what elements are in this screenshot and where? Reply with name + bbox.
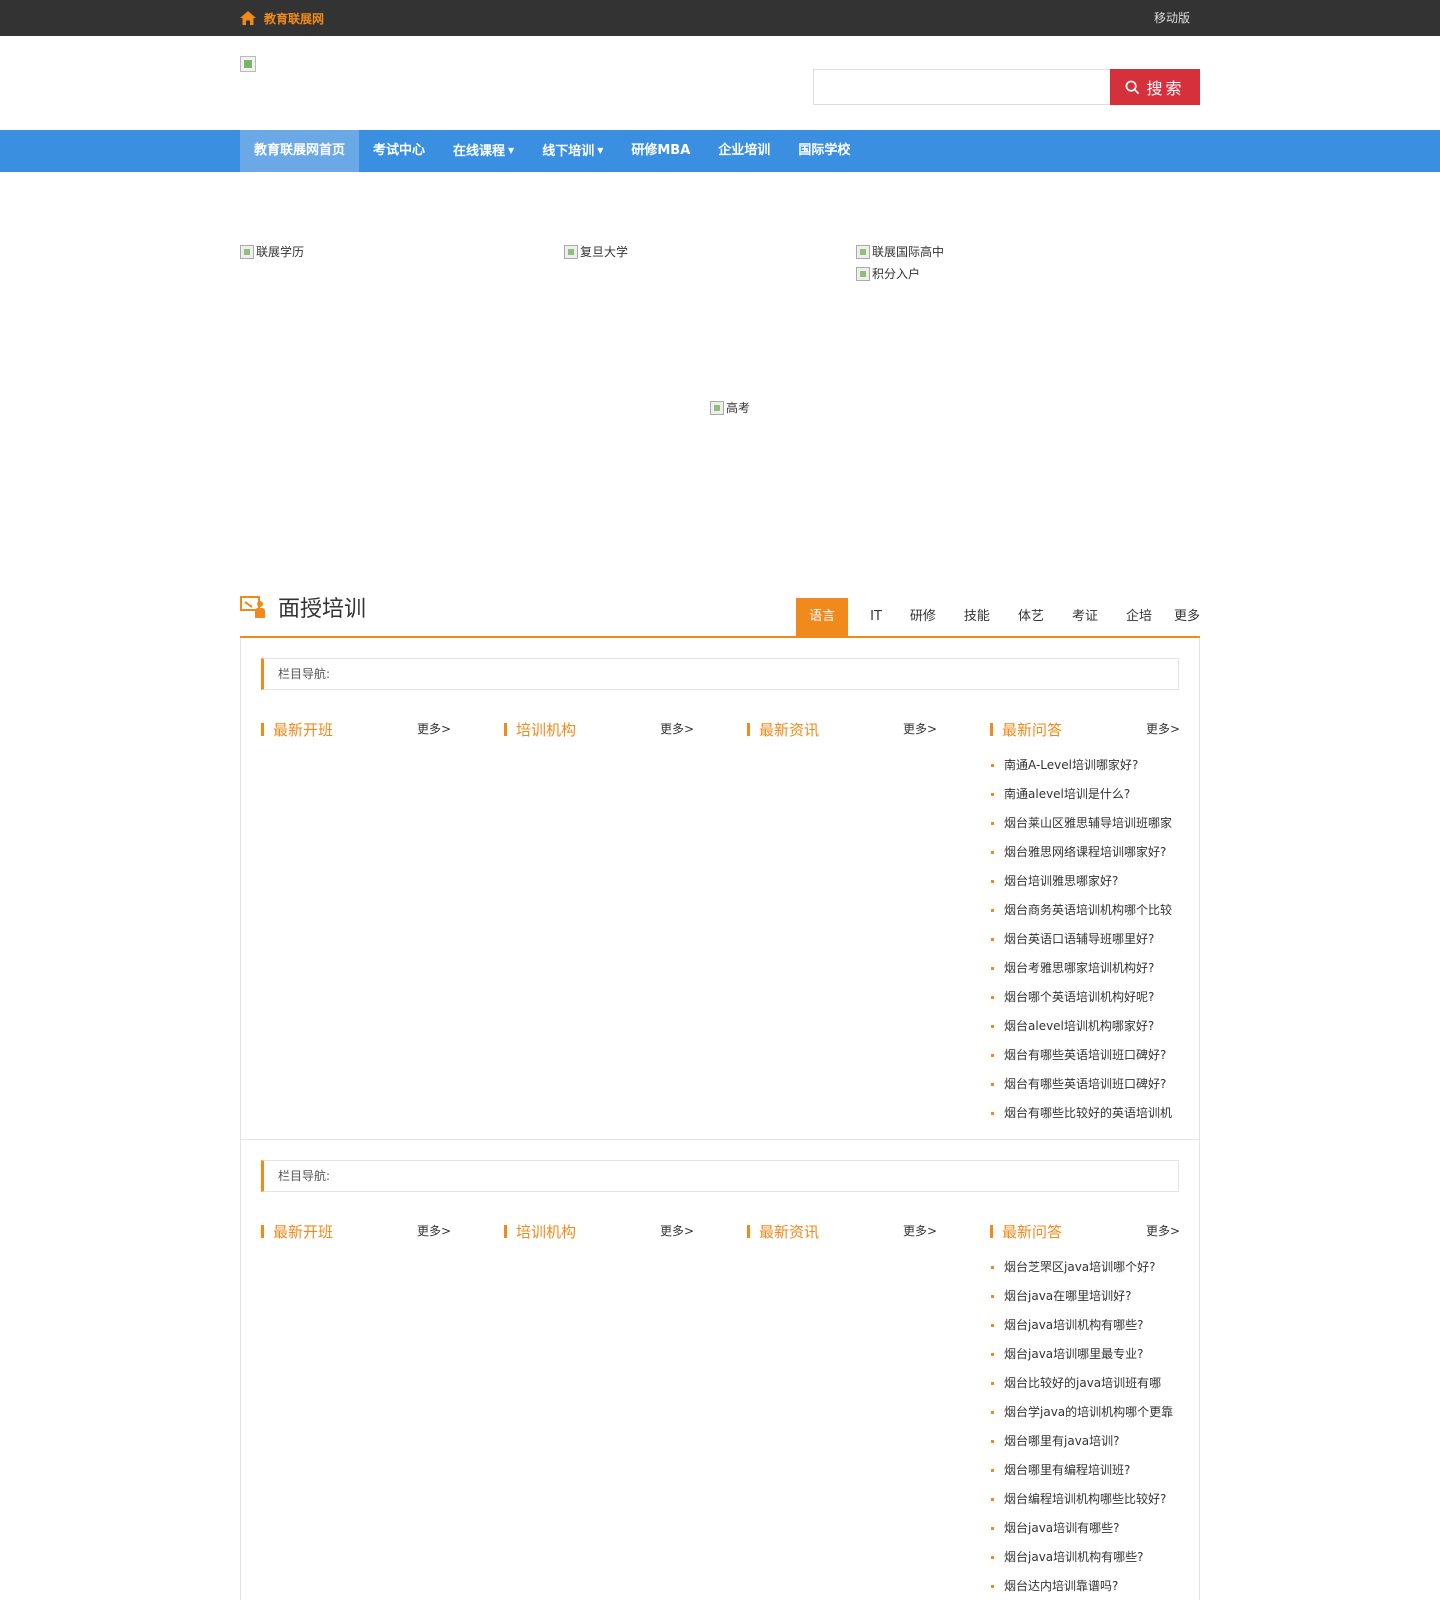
column-title: 最新开班 [273,721,334,739]
list-item[interactable]: 烟台java培训有哪些? [990,1514,1180,1543]
list-item[interactable]: 烟台培训雅思哪家好? [990,867,1180,896]
training-institutions-column: 培训机构 更多> [504,1220,694,1244]
tab-certification[interactable]: 考证 [1058,598,1112,636]
list-item[interactable]: 烟台雅思网络课程培训哪家好? [990,838,1180,867]
list-item[interactable]: 烟台英语口语辅导班哪里好? [990,925,1180,954]
training-block-language: 栏目导航: 最新开班 更多> 培训机构 更多> 最新资讯 更多> 最新问答 更多> 南通… [240,638,1200,1140]
home-icon [240,11,256,25]
nav-item-corporate-training[interactable]: 企业培训 [704,130,784,172]
more-link[interactable]: 更多> [417,1220,451,1242]
more-link[interactable]: 更多> [1146,718,1180,740]
broken-image-icon [856,244,870,259]
caret-down-icon: ▼ [597,146,604,155]
list-item[interactable]: 烟台哪里有编程培训班? [990,1456,1180,1485]
top-bar: 教育联展网 移动版 [0,0,1440,36]
column-nav-bar: 栏目导航: [261,1160,1179,1192]
latest-news-column: 最新资讯 更多> [747,1220,937,1244]
mobile-version-link[interactable]: 移动版 [1154,0,1190,36]
list-item[interactable]: 烟台java培训机构有哪些? [990,1311,1180,1340]
list-item[interactable]: 烟台达内培训靠谱吗? [990,1572,1180,1600]
nav-item-exam-center[interactable]: 考试中心 [359,130,439,172]
latest-qa-column: 最新问答 更多> 南通A-Level培训哪家好? 南通alevel培训是什么? 烟… [990,718,1180,1128]
more-link[interactable]: 更多> [417,718,451,740]
banner-lianzhan-xueli[interactable]: 联展学历 [240,243,304,260]
nav-item-home[interactable]: 教育联展网首页 [240,130,360,172]
banner-fudan[interactable]: 复旦大学 [564,243,628,260]
more-link[interactable]: 更多> [660,718,694,740]
list-item[interactable]: 烟台java培训哪里最专业? [990,1340,1180,1369]
column-title: 最新资讯 [759,721,820,739]
column-nav-bar: 栏目导航: [261,658,1179,690]
list-item[interactable]: 烟台有哪些英语培训班口碑好? [990,1070,1180,1099]
section-header: 面授培训 语言 IT 研修 技能 体艺 考证 企培 更多 [240,592,1200,638]
site-name: 教育联展网 [264,11,325,26]
list-item[interactable]: 烟台考雅思哪家培训机构好? [990,954,1180,983]
tab-corporate[interactable]: 企培 [1112,598,1166,636]
nav-item-international-school[interactable]: 国际学校 [784,130,864,172]
list-item[interactable]: 烟台有哪些英语培训班口碑好? [990,1041,1180,1070]
column-title: 最新问答 [1002,721,1063,739]
training-institutions-column: 培训机构 更多> [504,718,694,742]
broken-image-icon [564,244,578,259]
column-title: 培训机构 [516,721,577,739]
more-link[interactable]: 更多> [903,1220,937,1242]
banner-international-highschool[interactable]: 联展国际高中 [856,243,944,260]
column-title: 最新问答 [1002,1223,1063,1241]
section-title: 面授培训 [240,592,366,622]
search-button[interactable]: 搜索 [1110,69,1200,105]
tab-study[interactable]: 研修 [896,598,950,636]
caret-down-icon: ▼ [508,146,515,155]
search-button-label: 搜索 [1146,79,1185,98]
search-input[interactable] [813,69,1110,105]
more-link[interactable]: 更多> [1146,1220,1180,1242]
tab-arts-sports[interactable]: 体艺 [1004,598,1058,636]
column-title: 最新开班 [273,1223,334,1241]
list-item[interactable]: 烟台芝罘区java培训哪个好? [990,1253,1180,1282]
list-item[interactable]: 烟台商务英语培训机构哪个比较 [990,896,1180,925]
search-icon [1126,80,1140,94]
list-item[interactable]: 南通alevel培训是什么? [990,780,1180,809]
broken-image-icon [856,266,870,281]
list-item[interactable]: 烟台编程培训机构哪些比较好? [990,1485,1180,1514]
broken-image-icon [710,400,724,415]
site-logo[interactable] [240,56,256,72]
nav-item-online-courses[interactable]: 在线课程 ▼ [439,130,528,172]
training-block-it: 栏目导航: 最新开班 更多> 培训机构 更多> 最新资讯 更多> 最新问答 更多> 烟台… [240,1140,1200,1600]
column-title: 培训机构 [516,1223,577,1241]
teacher-board-icon [240,596,265,618]
tab-language[interactable]: 语言 [796,598,849,636]
home-link[interactable]: 教育联展网 [240,0,324,36]
latest-classes-column: 最新开班 更多> [261,1220,451,1244]
list-item[interactable]: 烟台哪里有java培训? [990,1427,1180,1456]
list-item[interactable]: 南通A-Level培训哪家好? [990,751,1180,780]
broken-image-icon [240,244,254,259]
list-item[interactable]: 烟台莱山区雅思辅导培训班哪家 [990,809,1180,838]
tab-it[interactable]: IT [856,598,896,636]
banner-jifen-ruhu[interactable]: 积分入户 [856,265,920,282]
latest-news-column: 最新资讯 更多> [747,718,937,742]
column-title: 最新资讯 [759,1223,820,1241]
nav-item-offline-training[interactable]: 线下培训 ▼ [528,130,617,172]
list-item[interactable]: 烟台java在哪里培训好? [990,1282,1180,1311]
tabs-more-link[interactable]: 更多 [1166,598,1200,636]
latest-classes-column: 最新开班 更多> [261,718,451,742]
list-item[interactable]: 烟台alevel培训机构哪家好? [990,1012,1180,1041]
list-item[interactable]: 烟台比较好的java培训班有哪 [990,1369,1180,1398]
more-link[interactable]: 更多> [660,1220,694,1242]
main-nav: 教育联展网首页 考试中心 在线课程 ▼ 线下培训 ▼ 研修MBA 企业培训 国际学校 [0,130,1440,172]
list-item[interactable]: 烟台java培训机构有哪些? [990,1543,1180,1572]
list-item[interactable]: 烟台学java的培训机构哪个更靠 [990,1398,1180,1427]
nav-item-mba[interactable]: 研修MBA [617,130,704,172]
list-item[interactable]: 烟台哪个英语培训机构好呢? [990,983,1180,1012]
latest-qa-column: 最新问答 更多> 烟台芝罘区java培训哪个好? 烟台java在哪里培训好? 烟台… [990,1220,1180,1600]
category-tabs: 语言 IT 研修 技能 体艺 考证 企培 更多 [796,598,1200,636]
list-item[interactable]: 烟台有哪些比较好的英语培训机 [990,1099,1180,1128]
search-bar: 搜索 [813,69,1200,105]
more-link[interactable]: 更多> [903,718,937,740]
tab-skills[interactable]: 技能 [950,598,1004,636]
banner-gaokao[interactable]: 高考 [710,399,750,416]
